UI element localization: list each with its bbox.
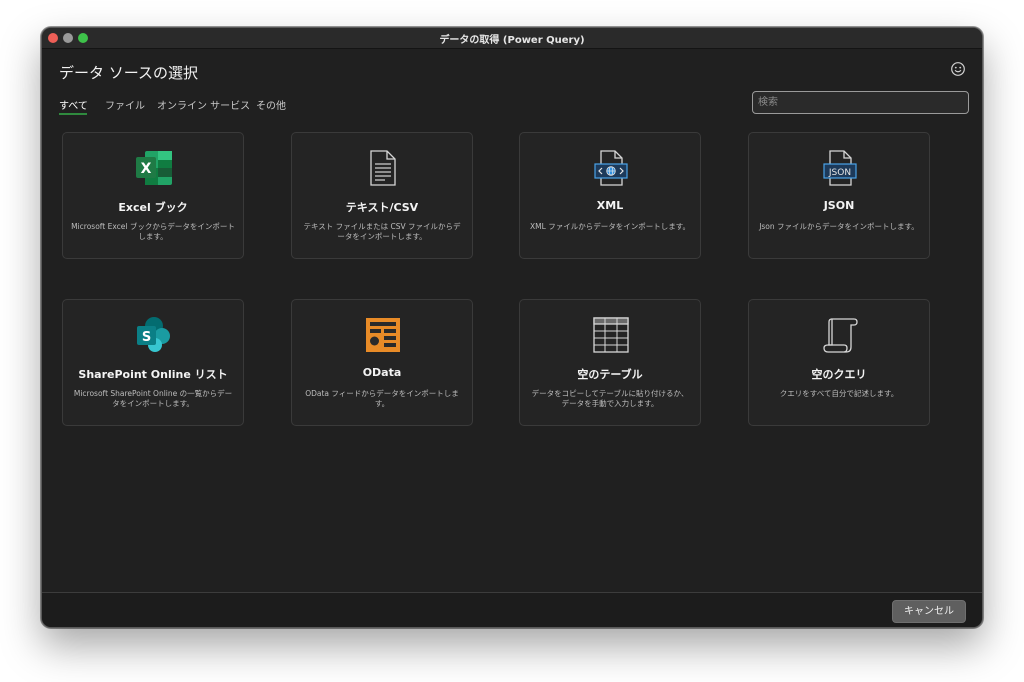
tile-name: 空のクエリ	[811, 368, 867, 381]
tile-description: XML ファイルからデータをインポートします。	[530, 222, 690, 231]
text-file-icon	[370, 150, 396, 186]
json-file-icon: JSON	[823, 150, 857, 186]
tile-excel-workbook[interactable]: X Excel ブック Microsoft Excel ブックからデータをインポ…	[62, 132, 244, 259]
tile-name: SharePoint Online リスト	[78, 368, 228, 381]
tile-description: Json ファイルからデータをインポートします。	[759, 222, 919, 231]
excel-icon: X	[136, 151, 172, 185]
tab-online-services[interactable]: オンライン サービス	[157, 97, 250, 112]
tile-sharepoint-online-list[interactable]: S SharePoint Online リスト Microsoft ShareP…	[62, 299, 244, 426]
tile-name: OData	[362, 366, 402, 379]
tab-other[interactable]: その他	[256, 97, 286, 112]
tile-blank-query[interactable]: 空のクエリ クエリをすべて自分で記述します。	[748, 299, 930, 426]
smiley-feedback-icon[interactable]	[950, 61, 966, 77]
power-query-dialog: データの取得 (Power Query) データ ソースの選択 すべて ファイル…	[41, 27, 983, 628]
scroll-query-icon	[823, 318, 858, 353]
odata-icon	[366, 318, 400, 352]
tile-description: Microsoft SharePoint Online の一覧からデータをインポ…	[73, 389, 233, 408]
tab-all[interactable]: すべて	[59, 97, 88, 112]
search-input[interactable]	[752, 91, 969, 114]
table-grid-icon	[593, 317, 629, 353]
tile-name: Excel ブック	[118, 201, 188, 214]
tile-json[interactable]: JSON JSON Json ファイルからデータをインポートします。	[748, 132, 930, 259]
tile-description: テキスト ファイルまたは CSV ファイルからデータをインポートします。	[303, 222, 461, 241]
tile-description: OData フィードからデータをインポートします。	[305, 389, 459, 408]
xml-file-icon	[594, 150, 628, 186]
tile-xml[interactable]: XML XML ファイルからデータをインポートします。	[519, 132, 701, 259]
sharepoint-icon: S	[137, 317, 170, 352]
tile-name: 空のテーブル	[577, 368, 643, 381]
tile-name: テキスト/CSV	[345, 201, 419, 214]
page-title: データ ソースの選択	[59, 64, 199, 82]
dialog-footer: キャンセル	[42, 592, 982, 627]
tile-name: XML	[596, 199, 624, 212]
tile-description: Microsoft Excel ブックからデータをインポートします。	[71, 222, 235, 241]
sharepoint-icon-letter: S	[142, 330, 151, 345]
tile-name: JSON	[823, 199, 855, 212]
active-tab-underline	[59, 113, 87, 115]
title-bar: データの取得 (Power Query)	[42, 28, 982, 49]
tile-description: データをコピーしてテーブルに貼り付けるか、データを手動で入力します。	[531, 389, 689, 408]
cancel-button[interactable]: キャンセル	[892, 600, 966, 623]
excel-icon-letter: X	[141, 161, 152, 177]
tile-odata[interactable]: OData OData フィードからデータをインポートします。	[291, 299, 473, 426]
tile-text-csv[interactable]: テキスト/CSV テキスト ファイルまたは CSV ファイルからデータをインポー…	[291, 132, 473, 259]
window-title: データの取得 (Power Query)	[439, 35, 585, 46]
tab-file[interactable]: ファイル	[105, 97, 145, 112]
json-icon-label: JSON	[828, 168, 851, 178]
tile-description: クエリをすべて自分で記述します。	[779, 389, 899, 398]
tile-blank-table[interactable]: 空のテーブル データをコピーしてテーブルに貼り付けるか、データを手動で入力します…	[519, 299, 701, 426]
